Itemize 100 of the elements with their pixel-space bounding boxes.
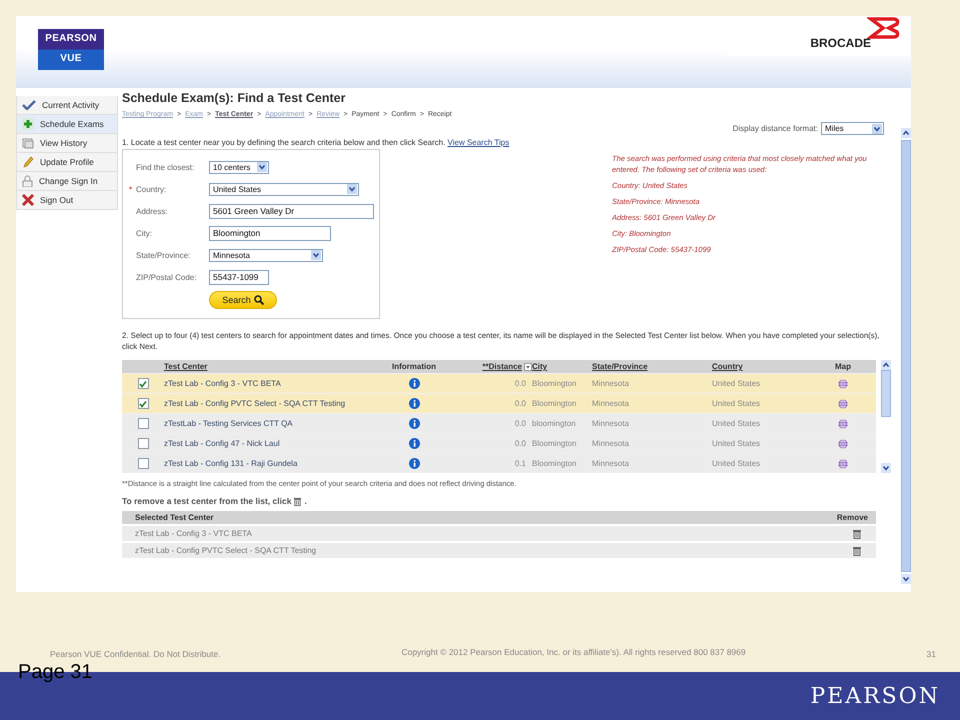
table-cell-text: Bloomington — [532, 439, 578, 448]
row-checkbox[interactable] — [138, 378, 148, 389]
table-cell-text: zTest Lab - Config 3 - VTC BETA — [164, 379, 282, 388]
copyright-notice: Copyright © 2012 Pearson Education, Inc. or its affiliate's). All rights reserved 800 837 8969 — [401, 647, 746, 657]
row-checkbox[interactable] — [138, 418, 148, 429]
column-header: Remove — [836, 513, 868, 522]
field-label: Find the closest: — [136, 162, 196, 172]
scroll-up-icon[interactable] — [900, 128, 910, 138]
pearson-logo-text: PEARSON — [810, 684, 940, 708]
info-icon[interactable] — [408, 398, 420, 409]
info-icon[interactable] — [408, 438, 420, 449]
pencil-icon — [22, 156, 34, 168]
caret-icon — [257, 162, 267, 172]
checkmark-icon — [139, 400, 147, 408]
caret-icon — [311, 250, 321, 260]
table-cell-text: United States — [712, 439, 762, 448]
row-checkbox[interactable] — [138, 458, 148, 469]
column-header: Selected Test Center — [135, 513, 214, 522]
column-header: Information — [391, 362, 437, 371]
field-label: ZIP/Postal Code: — [136, 272, 198, 282]
sidebar-item[interactable]: Update Profile — [16, 153, 118, 172]
table-cell-text: zTest Lab - Config 131 - Raji Gundela — [164, 459, 298, 468]
search-tips-link[interactable]: View Search Tips — [448, 138, 510, 147]
trash-icon[interactable] — [293, 496, 302, 506]
table-cell-text: Bloomington — [532, 399, 578, 408]
table-cell-text: Bloomington — [532, 379, 578, 388]
column-header[interactable]: State/Province — [592, 362, 712, 371]
table-cell-text: bloomington — [532, 419, 577, 428]
input-field[interactable]: 55437-1099 — [209, 270, 269, 284]
sidebar-item[interactable]: Current Activity — [16, 96, 118, 115]
slide-number: 31 — [926, 649, 936, 659]
table-cell-text: Minnesota — [592, 439, 630, 448]
info-icon[interactable] — [408, 458, 420, 469]
row-checkbox[interactable] — [138, 398, 148, 409]
brocade-logo-text: BROCADE — [810, 36, 871, 50]
scroll-down-icon[interactable] — [900, 574, 910, 584]
globe-icon[interactable] — [838, 438, 848, 448]
column-header[interactable]: Country — [712, 362, 810, 371]
scroll-thumb[interactable] — [880, 370, 890, 417]
confidential-notice: Pearson VUE Confidential. Do Not Distribute. — [50, 649, 221, 659]
table-cell-text: Minnesota — [592, 399, 630, 408]
scroll-thumb[interactable] — [900, 140, 910, 572]
page-title: Schedule Exam(s): Find a Test Center — [122, 91, 346, 105]
remove-instruction-end: . — [304, 496, 307, 506]
scroll-up-icon[interactable] — [880, 360, 890, 370]
table-cell-text: 0.0 — [514, 379, 527, 388]
field-label: City: — [136, 228, 153, 238]
trash-icon[interactable] — [852, 546, 862, 556]
sidebar-item[interactable]: View History — [16, 134, 118, 153]
table-cell-text: Minnesota — [592, 459, 630, 468]
lock-icon — [22, 175, 33, 187]
table-cell-text: United States — [712, 459, 762, 468]
column-header[interactable]: City — [532, 362, 592, 371]
distance-format-select[interactable]: Miles — [821, 122, 884, 135]
remove-instruction: To remove a test center from the list, click — [122, 496, 292, 506]
brocade-logo-icon — [867, 16, 901, 40]
select-field[interactable]: United States — [209, 182, 359, 196]
field-label: State/Province: — [136, 250, 192, 260]
table-cell-text: United States — [712, 399, 762, 408]
scroll-down-icon[interactable] — [880, 463, 890, 473]
table-cell-text: zTest Lab - Config 47 - Nick Laul — [164, 439, 281, 448]
sidebar-item[interactable]: Sign Out — [16, 191, 118, 210]
checkmark-icon — [22, 100, 36, 110]
table-cell-text: zTest Lab - Config PVTC Select - SQA CTT Testing — [164, 399, 346, 408]
table-cell-text: Minnesota — [592, 379, 630, 388]
trash-icon[interactable] — [852, 528, 862, 538]
input-field[interactable]: 5601 Green Valley Dr — [209, 204, 374, 218]
field-label: Address: — [136, 206, 169, 216]
input-field[interactable]: Bloomington — [209, 226, 331, 240]
pearson-vue-logo: PEARSON VUE — [38, 29, 104, 70]
history-icon — [22, 137, 34, 149]
table-cell-text: United States — [712, 419, 762, 428]
table-cell-text: 0.1 — [514, 459, 527, 468]
select-field[interactable]: 10 centers — [209, 160, 269, 174]
table-cell-text: Minnesota — [592, 419, 630, 428]
table-cell: zTest Lab - Config PVTC Select - SQA CTT Testing — [135, 546, 316, 555]
info-icon[interactable] — [408, 418, 420, 429]
table-cell-text: Bloomington — [532, 459, 578, 468]
table-cell-text: zTestLab - Testing Services CTT QA — [164, 419, 294, 428]
search-button[interactable]: Search — [209, 291, 277, 309]
table-cell-text: 0.0 — [514, 399, 527, 408]
table-cell-text: 0.0 — [514, 439, 527, 448]
globe-icon[interactable] — [838, 418, 848, 428]
column-header: Map — [834, 362, 852, 371]
caret-icon — [872, 124, 882, 134]
checkmark-icon — [139, 380, 147, 388]
distance-format-label: Display distance format: — [732, 124, 818, 133]
sidebar-item[interactable]: Change Sign In — [16, 172, 118, 191]
select-field[interactable]: Minnesota — [209, 248, 323, 262]
column-header[interactable]: Test Center — [164, 362, 374, 371]
add-icon — [22, 118, 34, 130]
required-marker: * — [129, 184, 134, 194]
sort-icon[interactable] — [524, 362, 532, 370]
sidebar-item[interactable]: Schedule Exams — [16, 115, 118, 134]
column-header[interactable]: **Distance — [454, 362, 532, 371]
globe-icon[interactable] — [838, 458, 848, 468]
globe-icon[interactable] — [838, 378, 848, 388]
globe-icon[interactable] — [838, 398, 848, 408]
info-icon[interactable] — [408, 378, 420, 389]
row-checkbox[interactable] — [138, 438, 148, 449]
